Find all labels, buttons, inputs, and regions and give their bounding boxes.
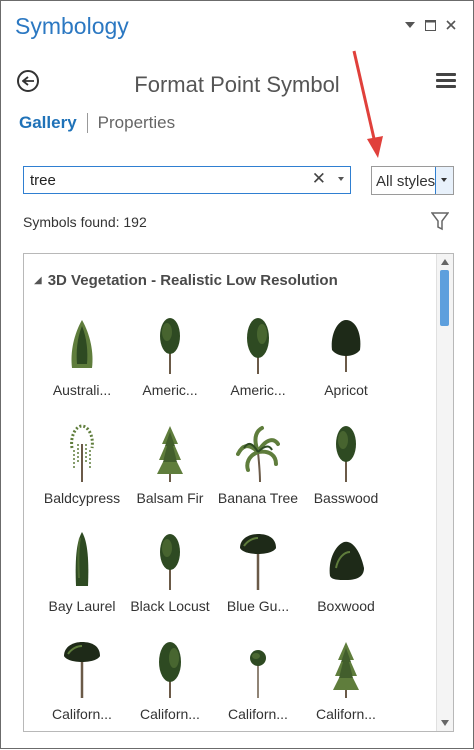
page-title: Format Point Symbol [134,72,340,97]
tree-icon [236,426,280,483]
symbol-tile[interactable]: Bay Laurel [38,528,126,628]
tree-icon [331,320,361,372]
tree-icon [159,642,181,698]
menu-line [436,85,456,88]
symbol-tile[interactable]: Australi... [38,312,126,412]
restore-icon-glyph [424,19,436,31]
symbol-gallery: ◢ 3D Vegetation - Realistic Low Resoluti… [23,253,454,732]
symbol-label: Baldcypress [43,490,121,506]
annotation-arrow-head [367,136,383,158]
chevron-down-icon-glyph [405,22,415,28]
symbol-label: Blue Gu... [226,598,290,614]
menu-line [436,73,456,76]
gallery-scrollbar[interactable] [436,254,453,731]
restore-icon[interactable] [422,17,438,33]
view-tabs: Gallery Properties [19,113,175,133]
symbol-tile[interactable]: Boxwood [302,528,390,628]
symbology-pane: Symbology Format Point Symbol Gallery Pr… [0,0,474,749]
symbol-label: Californ... [316,706,376,722]
symbol-tile[interactable]: Americ... [126,312,214,412]
symbol-label: Californ... [228,706,288,722]
hamburger-menu-icon[interactable] [436,73,456,89]
scroll-down-arrow-icon[interactable] [441,720,449,726]
tree-icon [240,534,276,590]
symbol-tile[interactable]: Apricot [302,312,390,412]
tab-divider [86,113,88,133]
symbol-label: Apricot [324,382,368,398]
tree-icon [333,642,359,698]
tree-icon [64,642,100,698]
symbol-label: Bay Laurel [48,598,116,614]
style-filter-value: All styles [376,173,436,190]
collapse-chevron-icon[interactable]: ◢ [34,275,42,286]
search-history-dropdown-icon[interactable] [338,177,344,181]
symbol-tile[interactable]: Californ... [214,636,302,731]
symbol-tile[interactable]: Americ... [214,312,302,412]
symbol-label: Boxwood [317,598,375,614]
symbol-label: Americ... [230,382,286,398]
gallery-group-title: 3D Vegetation - Realistic Low Resolution [47,272,338,289]
pane-title: Symbology [15,13,129,39]
pane-titlebar: Symbology [1,1,473,49]
scroll-up-arrow-icon[interactable] [441,259,449,265]
symbols-found-count: Symbols found: 192 [23,214,147,230]
tree-icon [247,318,269,374]
filter-icon[interactable] [430,211,450,231]
symbol-tile[interactable]: Banana Tree [214,420,302,520]
symbol-tile[interactable]: Californ... [302,636,390,731]
symbol-tile[interactable]: Californ... [38,636,126,731]
tree-icon [336,426,356,482]
dropdown-arrow-icon[interactable] [435,167,453,194]
tree-icon [250,650,266,698]
scroll-thumb[interactable] [440,270,449,326]
symbol-tile[interactable]: Blue Gu... [214,528,302,628]
tab-gallery[interactable]: Gallery [19,113,77,133]
style-filter-dropdown[interactable]: All styles [371,166,454,195]
close-icon-glyph [446,20,456,30]
menu-line [436,79,456,82]
tree-icon [71,320,93,368]
symbol-label: Basswood [313,490,379,506]
close-icon[interactable] [443,17,459,33]
symbol-label: Balsam Fir [136,490,204,506]
tree-icon [157,426,183,482]
tree-icon [70,424,94,482]
filter-icon-glyph [430,212,450,231]
symbol-label: Americ... [142,382,198,398]
symbol-label: Californ... [140,706,200,722]
tree-icon [329,541,364,580]
symbol-tile[interactable]: Balsam Fir [126,420,214,520]
symbol-tile[interactable]: Baldcypress [38,420,126,520]
clear-search-icon[interactable]: ✕ [312,169,326,189]
gallery-group-header[interactable]: ◢ 3D Vegetation - Realistic Low Resoluti… [34,272,338,289]
chevron-down-icon[interactable] [402,17,418,33]
symbol-tile[interactable]: Black Locust [126,528,214,628]
tab-properties[interactable]: Properties [98,113,175,133]
symbol-search-box: ✕ [23,166,351,194]
tree-icon [160,318,180,374]
tree-icon [160,534,180,590]
symbol-label: Australi... [52,382,112,398]
symbol-label: Californ... [52,706,112,722]
tree-icon [75,532,89,586]
symbol-tile[interactable]: Californ... [126,636,214,731]
symbol-label: Banana Tree [217,490,299,506]
symbol-tile[interactable]: Basswood [302,420,390,520]
search-input[interactable] [30,170,300,190]
symbol-label: Black Locust [130,598,210,614]
